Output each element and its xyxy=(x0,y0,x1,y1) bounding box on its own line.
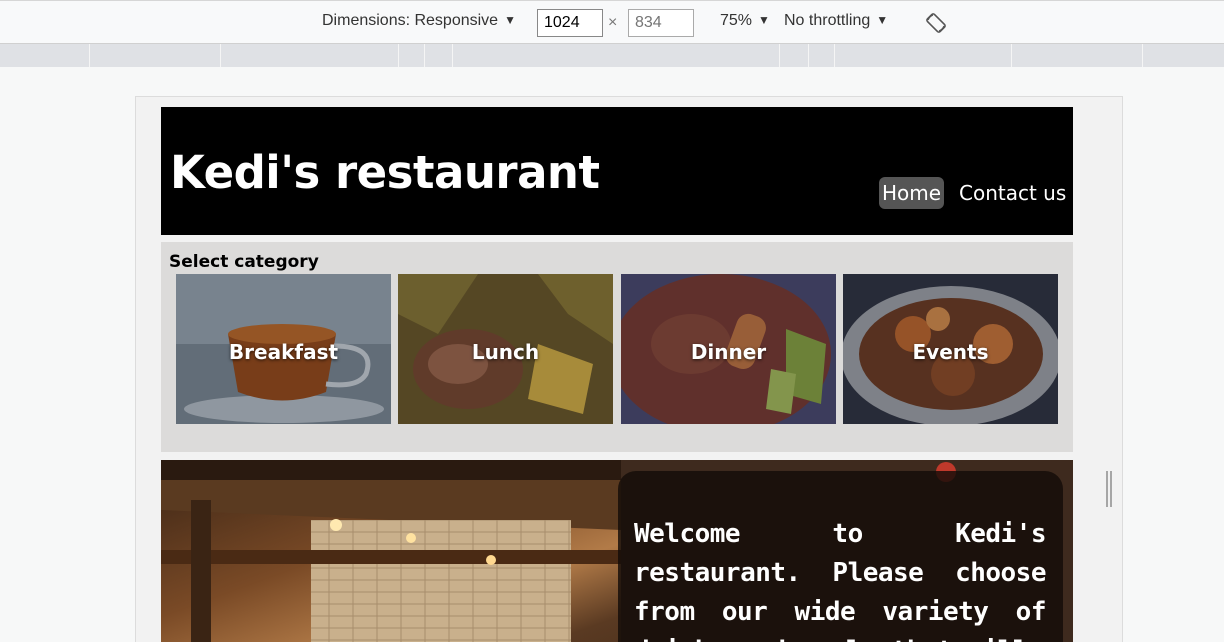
welcome-box: Welcome to Kedi's restaurant. Please cho… xyxy=(618,471,1063,642)
media-query-bar[interactable] xyxy=(0,44,1224,67)
chevron-down-icon: ▼ xyxy=(876,13,889,27)
nav-home-link[interactable]: Home xyxy=(879,177,945,209)
category-card-events[interactable]: Events xyxy=(843,274,1058,424)
chevron-down-icon: ▼ xyxy=(758,13,770,27)
device-viewport: Kedi's restaurant Home Contact us Select… xyxy=(135,96,1123,642)
site-header: Kedi's restaurant Home Contact us xyxy=(161,107,1073,235)
chevron-down-icon: ▼ xyxy=(504,13,516,27)
times-icon: × xyxy=(608,14,618,31)
hero-section: Welcome to Kedi's restaurant. Please cho… xyxy=(161,460,1073,642)
width-input[interactable] xyxy=(537,9,603,37)
category-label-events: Events xyxy=(912,340,989,364)
device-toolbar: Dimensions: Responsive ▼ × 75% ▼ No thrott… xyxy=(0,0,1224,44)
height-input[interactable] xyxy=(628,9,694,37)
viewport-resize-handle[interactable] xyxy=(1106,471,1112,507)
zoom-dropdown[interactable]: 75% ▼ xyxy=(720,12,770,30)
category-label-breakfast: Breakfast xyxy=(228,340,339,364)
zoom-label: 75% xyxy=(720,12,753,29)
category-card-dinner[interactable]: Dinner xyxy=(621,274,836,424)
dimensions-dropdown[interactable]: Dimensions: Responsive ▼ xyxy=(322,12,516,30)
rotate-icon[interactable] xyxy=(925,12,947,34)
throttling-dropdown[interactable]: No throttling ▼ xyxy=(784,12,888,30)
dimensions-label: Dimensions: Responsive xyxy=(322,12,499,29)
category-card-breakfast[interactable]: Breakfast xyxy=(176,274,391,424)
category-title: Select category xyxy=(169,252,319,272)
site-title: Kedi's restaurant xyxy=(170,146,600,199)
category-section: Select category Breakfast Lunch Dinner E… xyxy=(161,242,1073,452)
throttling-label: No throttling xyxy=(784,12,871,29)
nav-contact-link[interactable]: Contact us xyxy=(959,177,1066,209)
category-card-lunch[interactable]: Lunch xyxy=(398,274,613,424)
category-label-lunch: Lunch xyxy=(471,340,540,364)
category-label-dinner: Dinner xyxy=(690,340,767,364)
welcome-text: Welcome to Kedi's restaurant. Please cho… xyxy=(634,519,1047,642)
